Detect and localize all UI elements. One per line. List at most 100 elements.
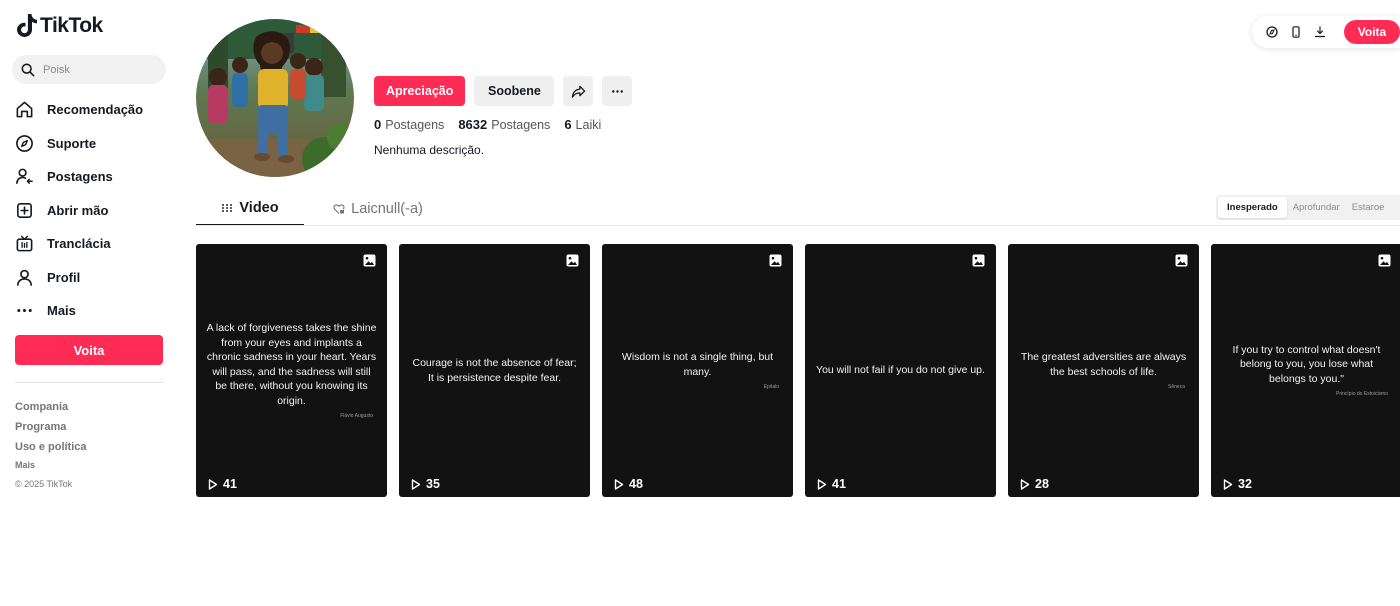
video-card[interactable]: Wisdom is not a single thing, but many. … [602,244,793,497]
stat-value: 8632 [458,117,488,132]
play-icon [1223,478,1233,490]
home-icon [14,100,34,120]
view-count-value: 35 [426,477,440,491]
footer-link-terms[interactable]: Uso e política [15,437,87,457]
more-options-button[interactable] [602,76,633,106]
video-card[interactable]: The greatest adversities are always the … [1008,244,1199,497]
sort-option-oldest[interactable]: Estaroe [1346,197,1391,218]
quote-text: Wisdom is not a single thing, but many. [621,351,774,378]
quote-author: Epitalo [763,384,779,390]
avatar-image [196,19,354,177]
tab-label: Video [239,200,279,216]
tab-videos[interactable]: Video [196,192,304,226]
sidebar-item-profil[interactable]: Profil [14,261,143,295]
stat-value: 6 [564,117,572,132]
sidebar-item-postagens[interactable]: Postagens [14,160,143,194]
view-count: 48 [614,477,643,491]
view-count: 32 [1223,477,1252,491]
video-card[interactable]: Courage is not the absence of fear; It i… [399,244,590,497]
tiktok-logo-icon [17,14,37,37]
sidebar-nav: Recomendação Suporte Postagens Abrir mão… [14,93,143,328]
video-card[interactable]: You will not fail if you do not give up.… [805,244,996,497]
sidebar-item-abrir-mao[interactable]: Abrir mão [14,194,143,228]
view-count-value: 48 [629,477,643,491]
sort-segmented-control: Inesperado Aprofundar Estaroe [1216,195,1400,220]
sidebar-item-recomendacao[interactable]: Recomendação [14,93,143,127]
tab-liked[interactable]: Laicnull(-a) [308,192,448,226]
sort-option-latest[interactable]: Inesperado [1218,197,1287,218]
profile-stats: 0 Postagens 8632 Postagens 6 Laiki [374,117,601,132]
play-icon [614,478,624,490]
profile-bio: Nenhuma descrição. [374,143,485,157]
coin-icon[interactable] [1260,20,1284,44]
top-login-button[interactable]: Voita [1344,20,1400,44]
tiktok-logo[interactable]: TikTok [17,14,103,38]
video-quote: You will not fail if you do not give up. [815,244,986,497]
profile-avatar[interactable] [196,19,354,177]
logo-text: TikTok [40,14,103,37]
tabs-divider [196,225,1400,226]
view-count: 41 [208,477,237,491]
video-quote: Wisdom is not a single thing, but many. … [612,244,783,497]
sidebar-divider [15,382,164,383]
heart-lock-icon [333,204,345,214]
sort-option-popular[interactable]: Aprofundar [1287,197,1346,218]
view-count-value: 41 [832,477,846,491]
stat-label: Postagens [491,118,551,132]
follow-button[interactable]: Apreciação [374,76,466,106]
copyright: © 2025 TikTok [15,479,73,489]
stat-following[interactable]: 0 Postagens [374,117,444,132]
stat-followers[interactable]: 8632 Postagens [458,117,550,132]
quote-text: A lack of forgiveness takes the shine fr… [206,322,377,407]
profile-icon [14,267,34,287]
stat-label: Laiki [575,118,602,132]
play-icon [208,478,218,490]
footer-link-more[interactable]: Mais [15,457,87,473]
quote-text: If you try to control what doesn't belon… [1232,343,1381,385]
sidebar: TikTok Recomendação Suporte Postagens Ab… [0,0,180,606]
sidebar-item-tranclacia[interactable]: Tranclácia [14,227,143,261]
sidebar-item-label: Postagens [47,169,113,185]
sidebar-login-button[interactable]: Voita [15,335,163,365]
footer-link-program[interactable]: Programa [15,417,87,437]
sidebar-item-suporte[interactable]: Suporte [14,127,143,161]
view-count: 35 [411,477,440,491]
share-button[interactable] [563,76,594,106]
grid-bars-icon [222,204,233,212]
stat-likes: 6 Laiki [564,117,601,132]
profile-tabs: Video Laicnull(-a) [196,192,448,226]
more-icon [14,301,34,321]
view-count-value: 28 [1035,477,1049,491]
live-icon [14,234,34,254]
download-icon[interactable] [1308,20,1332,44]
sidebar-item-label: Suporte [47,135,97,151]
stat-label: Postagens [385,118,445,132]
view-count-value: 41 [223,477,237,491]
search-box[interactable] [12,55,166,84]
quote-text: The greatest adversities are always the … [1020,351,1187,378]
sidebar-item-label: Tranclácia [47,236,111,252]
quote-author: Sêneca [1168,384,1185,390]
view-count-value: 32 [1238,477,1252,491]
video-card[interactable]: If you try to control what doesn't belon… [1211,244,1400,497]
sidebar-item-label: Mais [47,303,76,319]
quote-text: Courage is not the absence of fear; It i… [412,357,577,384]
play-icon [411,478,421,490]
video-quote: A lack of forgiveness takes the shine fr… [206,244,377,497]
sidebar-item-mais[interactable]: Mais [14,294,143,328]
video-card[interactable]: A lack of forgiveness takes the shine fr… [196,244,387,497]
footer-link-company[interactable]: Compania [15,397,87,417]
tab-label: Laicnull(-a) [351,201,423,217]
sidebar-item-label: Abrir mão [47,202,109,218]
top-toolbar: Voita [1252,16,1400,48]
view-count: 28 [1020,477,1049,491]
quote-author: Flávio Augusto [340,413,373,419]
search-input[interactable] [43,63,153,76]
compass-icon [14,133,34,153]
following-icon [14,167,34,187]
message-button[interactable]: Soobene [474,76,555,106]
play-icon [817,478,827,490]
stat-value: 0 [374,117,382,132]
phone-icon[interactable] [1284,20,1308,44]
video-quote: If you try to control what doesn't belon… [1221,244,1392,497]
